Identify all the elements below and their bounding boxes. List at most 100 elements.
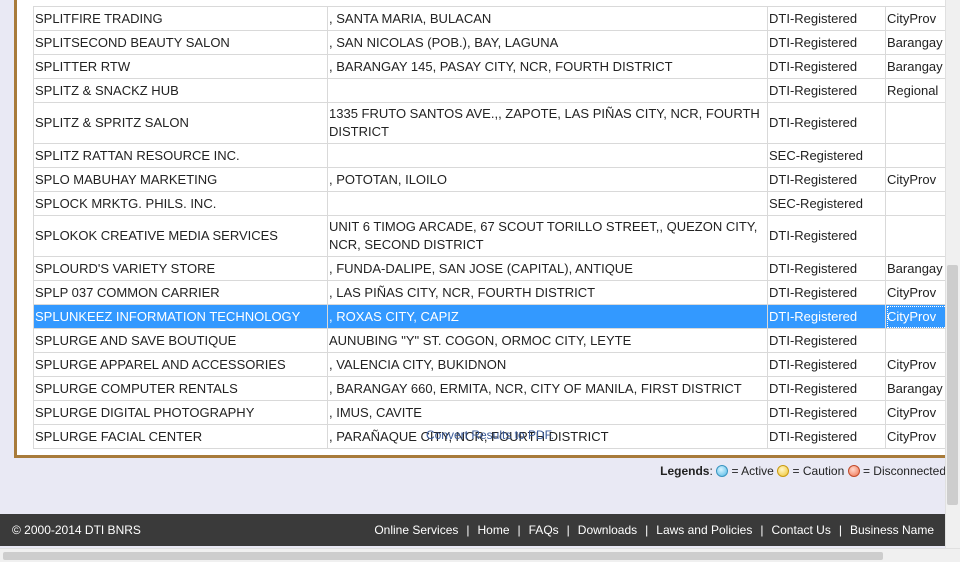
legend-disconnected: = Disconnected	[862, 464, 946, 478]
active-status-icon	[716, 465, 729, 477]
cell-name: SPLITZ & SNACKZ HUB	[33, 78, 328, 103]
cell-name: SPLITFIRE TRADING	[33, 6, 328, 31]
cell-scope: CityProv	[885, 280, 950, 305]
footer-nav-link[interactable]: Home	[470, 523, 518, 537]
cell-address: , POTOTAN, ILOILO	[327, 167, 768, 192]
table-row[interactable]: SPLITZ & SNACKZ HUB DTI-Registered Regiona…	[33, 78, 950, 103]
table-row[interactable]: SPLITFIRE TRADING, SANTA MARIA, BULACAN D…	[33, 6, 950, 31]
table-row[interactable]: SPLURGE COMPUTER RENTALS, BARANGAY 660, …	[33, 376, 950, 401]
table-row[interactable]: SPLITZ & SPRITZ SALON 1335 FRUTO SANTOS A…	[33, 102, 950, 144]
table-row[interactable]: SPLITZ RATTAN RESOURCE INC. SEC-Registere…	[33, 143, 950, 168]
cell-name: SPLITZ & SPRITZ SALON	[33, 102, 328, 144]
footer-nav-link[interactable]: Online Services	[366, 523, 466, 537]
cell-status: DTI-Registered	[767, 54, 886, 79]
cell-address: AUNUBING "Y" ST. COGON, ORMOC CITY, LEYT…	[327, 328, 768, 353]
horizontal-scroll-thumb[interactable]	[3, 552, 883, 560]
footer-nav-link[interactable]: Downloads	[570, 523, 645, 537]
cell-scope: CityProv	[885, 304, 950, 329]
table-row[interactable]: SPLURGE AND SAVE BOUTIQUE AUNUBING "Y" ST…	[33, 328, 950, 353]
cell-address	[327, 143, 768, 168]
cell-status: DTI-Registered	[767, 280, 886, 305]
cell-status: DTI-Registered	[767, 256, 886, 281]
cell-status: DTI-Registered	[767, 102, 886, 144]
table-row[interactable]: SPLURGE APPAREL AND ACCESSORIES, VALENCI…	[33, 352, 950, 377]
results-table: SPLITFIRE TRADING, SANTA MARIA, BULACAN D…	[33, 6, 950, 449]
horizontal-scrollbar[interactable]	[0, 548, 960, 562]
footer-nav-link[interactable]: Contact Us	[763, 523, 838, 537]
table-row[interactable]: SPLO MABUHAY MARKETING, POTOTAN, ILOILO D…	[33, 167, 950, 192]
cell-status: DTI-Registered	[767, 167, 886, 192]
cell-status: DTI-Registered	[767, 304, 886, 329]
cell-address: , BARANGAY 145, PASAY CITY, NCR, FOURTH …	[327, 54, 768, 79]
cell-scope	[885, 102, 950, 144]
results-table-body: SPLITFIRE TRADING, SANTA MARIA, BULACAN D…	[33, 6, 950, 449]
table-row[interactable]: SPLP 037 COMMON CARRIER, LAS PIÑAS CITY,…	[33, 280, 950, 305]
cell-scope: CityProv	[885, 352, 950, 377]
footer-nav-link[interactable]: FAQs	[521, 523, 567, 537]
site-footer: © 2000-2014 DTI BNRS Online Services | Hom…	[0, 514, 946, 546]
cell-name: SPLITZ RATTAN RESOURCE INC.	[33, 143, 328, 168]
convert-to-pdf-link[interactable]: Convert Results to PDF.	[17, 428, 960, 442]
cell-address: 1335 FRUTO SANTOS AVE.,, ZAPOTE, LAS PIÑ…	[327, 102, 768, 144]
cell-status: DTI-Registered	[767, 400, 886, 425]
cell-name: SPLOCK MRKTG. PHILS. INC.	[33, 191, 328, 216]
cell-name: SPLURGE APPAREL AND ACCESSORIES	[33, 352, 328, 377]
cell-status: DTI-Registered	[767, 30, 886, 55]
cell-status: DTI-Registered	[767, 352, 886, 377]
disconnected-status-icon	[847, 465, 860, 477]
cell-address	[327, 78, 768, 103]
cell-name: SPLUNKEEZ INFORMATION TECHNOLOGY	[33, 304, 328, 329]
caution-status-icon	[777, 465, 790, 477]
cell-scope: CityProv	[885, 167, 950, 192]
cell-address: , ROXAS CITY, CAPIZ	[327, 304, 768, 329]
cell-address: , LAS PIÑAS CITY, NCR, FOURTH DISTRICT	[327, 280, 768, 305]
cell-status: DTI-Registered	[767, 328, 886, 353]
cell-scope: Barangay	[885, 256, 950, 281]
cell-status: SEC-Registered	[767, 191, 886, 216]
cell-scope: Barangay	[885, 30, 950, 55]
legend-active: = Active	[731, 464, 774, 478]
vertical-scrollbar[interactable]	[945, 0, 960, 548]
cell-scope: Barangay	[885, 376, 950, 401]
legend-caution: = Caution	[792, 464, 845, 478]
cell-scope	[885, 143, 950, 168]
cell-scope: Regional	[885, 78, 950, 103]
cell-address: , VALENCIA CITY, BUKIDNON	[327, 352, 768, 377]
cell-address: , FUNDA-DALIPE, SAN JOSE (CAPITAL), ANTI…	[327, 256, 768, 281]
cell-address	[327, 191, 768, 216]
table-row[interactable]: SPLURGE DIGITAL PHOTOGRAPHY, IMUS, CAVIT…	[33, 400, 950, 425]
cell-address: UNIT 6 TIMOG ARCADE, 67 SCOUT TORILLO ST…	[327, 215, 768, 257]
cell-status: DTI-Registered	[767, 78, 886, 103]
cell-status: DTI-Registered	[767, 6, 886, 31]
legends-label: Legends	[660, 464, 710, 478]
table-row[interactable]: SPLOKOK CREATIVE MEDIA SERVICES UNIT 6 TI…	[33, 215, 950, 257]
footer-nav-link[interactable]: Business Name	[842, 523, 942, 537]
legends: Legends: = Active = Caution = Disconnect…	[660, 464, 946, 478]
cell-name: SPLOURD'S VARIETY STORE	[33, 256, 328, 281]
copyright: © 2000-2014 DTI BNRS	[12, 523, 141, 537]
table-row[interactable]: SPLUNKEEZ INFORMATION TECHNOLOGY, ROXAS …	[33, 304, 950, 329]
cell-address: , SAN NICOLAS (POB.), BAY, LAGUNA	[327, 30, 768, 55]
cell-scope	[885, 215, 950, 257]
footer-nav-link[interactable]: Laws and Policies	[648, 523, 760, 537]
table-row[interactable]: SPLITTER RTW, BARANGAY 145, PASAY CITY, …	[33, 54, 950, 79]
table-row[interactable]: SPLOCK MRKTG. PHILS. INC. SEC-Registered	[33, 191, 950, 216]
cell-name: SPLO MABUHAY MARKETING	[33, 167, 328, 192]
table-row[interactable]: SPLOURD'S VARIETY STORE, FUNDA-DALIPE, S…	[33, 256, 950, 281]
cell-name: SPLITSECOND BEAUTY SALON	[33, 30, 328, 55]
cell-scope: CityProv	[885, 400, 950, 425]
cell-scope	[885, 328, 950, 353]
footer-nav: Online Services | Home | FAQs | Downloads | Laws…	[366, 523, 942, 537]
cell-address: , BARANGAY 660, ERMITA, NCR, CITY OF MAN…	[327, 376, 768, 401]
results-panel: SPLITFIRE TRADING, SANTA MARIA, BULACAN D…	[14, 0, 960, 458]
table-row[interactable]: SPLITSECOND BEAUTY SALON, SAN NICOLAS (P…	[33, 30, 950, 55]
vertical-scroll-thumb[interactable]	[947, 265, 958, 505]
cell-name: SPLOKOK CREATIVE MEDIA SERVICES	[33, 215, 328, 257]
cell-name: SPLP 037 COMMON CARRIER	[33, 280, 328, 305]
cell-address: , SANTA MARIA, BULACAN	[327, 6, 768, 31]
cell-name: SPLITTER RTW	[33, 54, 328, 79]
cell-name: SPLURGE DIGITAL PHOTOGRAPHY	[33, 400, 328, 425]
cell-scope	[885, 191, 950, 216]
cell-status: DTI-Registered	[767, 376, 886, 401]
cell-name: SPLURGE AND SAVE BOUTIQUE	[33, 328, 328, 353]
